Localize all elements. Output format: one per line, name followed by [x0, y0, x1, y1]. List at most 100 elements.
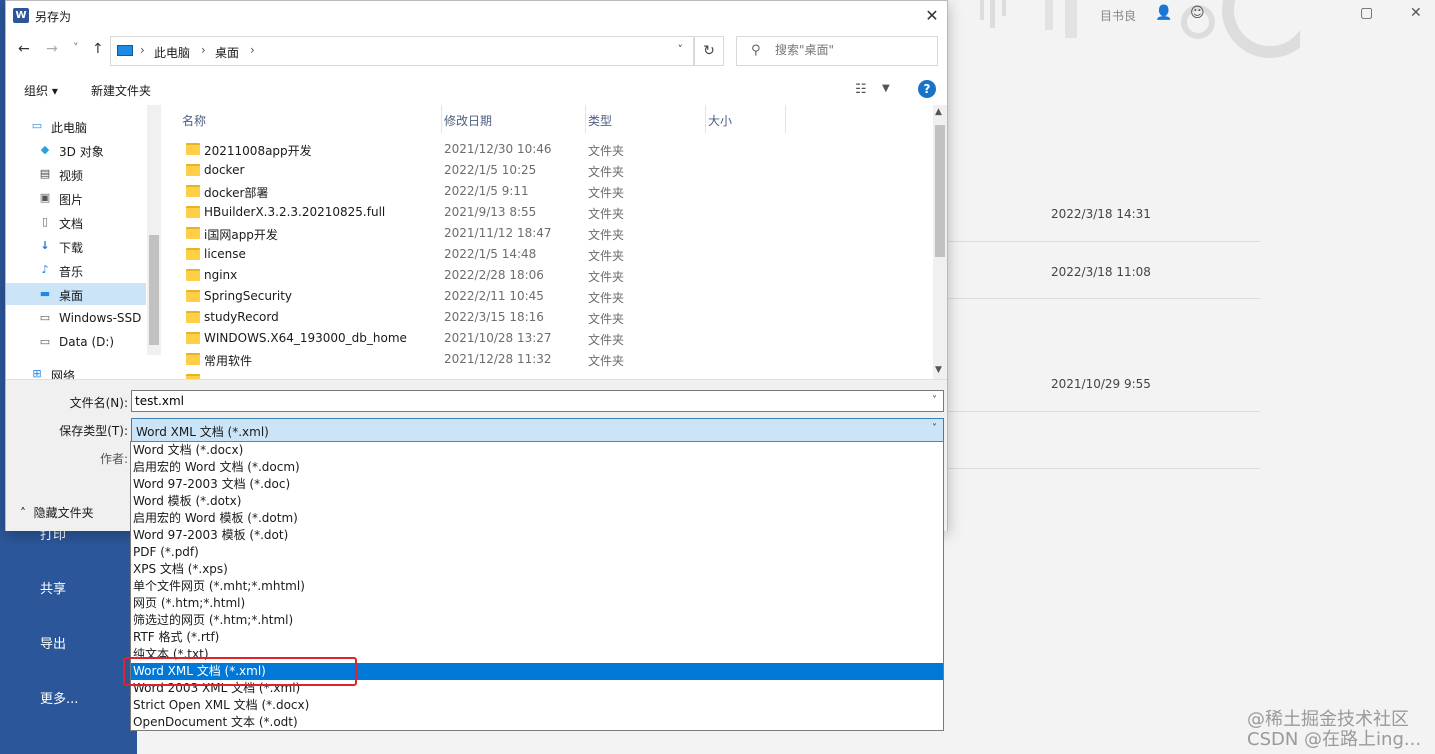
table-row[interactable]: 20211008app开发 2021/12/30 10:46 文件夹 [162, 139, 932, 160]
table-row[interactable]: 常用软件 2021/12/28 11:32 文件夹 [162, 349, 932, 370]
table-row[interactable]: nginx 2022/2/28 18:06 文件夹 [162, 265, 932, 286]
scroll-up-icon[interactable]: ▲ [935, 107, 942, 117]
sidebar-item-this-pc[interactable]: ▭ 此电脑 [6, 115, 146, 137]
sidebar-item-network[interactable]: ⊞ 网络 [6, 363, 146, 379]
filename-input[interactable] [135, 394, 915, 408]
filetype-select[interactable]: Word XML 文档 (*.xml) ˅ [131, 418, 944, 442]
sidebar-item-desktop[interactable]: ▬ 桌面 [6, 283, 146, 305]
filetype-option-pdf[interactable]: PDF (*.pdf) [131, 544, 943, 561]
folder-icon [186, 185, 200, 197]
address-bar[interactable]: › 此电脑 › 桌面 › ˅ [110, 36, 694, 66]
forward-arrow-icon[interactable]: → [46, 41, 58, 57]
column-header-date[interactable]: 修改日期 [444, 105, 586, 133]
filetype-option-html[interactable]: 网页 (*.htm;*.html) [131, 595, 943, 612]
backstage-nav-share[interactable]: 共享 [40, 578, 66, 597]
recent-locations-icon[interactable]: ˅ [73, 41, 79, 54]
filetype-option-docx[interactable]: Word 文档 (*.docx) [131, 442, 943, 459]
chevron-right-icon[interactable]: › [140, 43, 145, 57]
music-icon: ♪ [41, 263, 49, 276]
sidebar-item-windows-ssd[interactable]: ▭ Windows-SSD [6, 307, 146, 329]
new-folder-button[interactable]: 新建文件夹 [91, 82, 151, 99]
filetype-option-mht[interactable]: 单个文件网页 (*.mht;*.mhtml) [131, 578, 943, 595]
folder-icon [186, 164, 200, 176]
filename-field[interactable]: ˅ [131, 390, 944, 412]
chevron-down-icon[interactable]: ˅ [932, 395, 937, 406]
sidebar-item-downloads[interactable]: ↓ 下载 [6, 235, 146, 257]
sidebar-item-videos[interactable]: ▤ 视频 [6, 163, 146, 185]
table-row[interactable]: HBuilderX.3.2.3.20210825.full 2021/9/13 8… [162, 202, 932, 223]
filetype-option-rtf[interactable]: RTF 格式 (*.rtf) [131, 629, 943, 646]
user-avatar-icon[interactable]: 👤 [1155, 5, 1172, 21]
search-input[interactable] [775, 43, 925, 57]
filetype-option-dotx[interactable]: Word 模板 (*.dotx) [131, 493, 943, 510]
file-type: 文件夹 [588, 312, 625, 326]
breadcrumb-this-pc[interactable]: 此电脑 [154, 44, 190, 61]
column-header-size[interactable]: 大小 [708, 105, 786, 133]
filetype-option-xps[interactable]: XPS 文档 (*.xps) [131, 561, 943, 578]
filetype-option-doc[interactable]: Word 97-2003 文档 (*.doc) [131, 476, 943, 493]
filetype-selected-value: Word XML 文档 (*.xml) [136, 425, 269, 439]
watermark: @稀土掘金技术社区 CSDN @在路上ing... [1247, 710, 1421, 750]
table-row[interactable]: docker部署 2022/1/5 9:11 文件夹 [162, 181, 932, 202]
filetype-option-strict-docx[interactable]: Strict Open XML 文档 (*.docx) [131, 697, 943, 714]
file-list-scrollbar[interactable]: ▲ ▼ [933, 105, 947, 379]
file-list: 名称 修改日期 类型 大小 ˄ 20211008app开发 2021/12/30 … [162, 105, 947, 379]
sidebar-item-documents[interactable]: ▯ 文档 [6, 211, 146, 233]
navigation-scrollbar[interactable] [147, 105, 161, 355]
organize-menu[interactable]: 组织 ▾ [24, 82, 58, 99]
hide-folders-button[interactable]: ˄ 隐藏文件夹 [20, 504, 94, 521]
sidebar-item-3d-objects[interactable]: ◆ 3D 对象 [6, 139, 146, 161]
column-header-type[interactable]: 类型 [588, 105, 706, 133]
file-date: 2022/1/5 14:48 [444, 247, 537, 261]
folder-icon [186, 248, 200, 260]
close-button[interactable]: ✕ [917, 1, 947, 31]
filetype-option-docm[interactable]: 启用宏的 Word 文档 (*.docm) [131, 459, 943, 476]
dialog-titlebar[interactable]: W 另存为 ✕ [6, 1, 947, 31]
filename-label: 文件名(N): [69, 396, 128, 410]
table-row[interactable]: SpringSecurity 2022/2/11 10:45 文件夹 [162, 286, 932, 307]
table-row[interactable]: docker 2022/1/5 10:25 文件夹 [162, 160, 932, 181]
scrollbar-thumb[interactable] [935, 125, 945, 257]
table-row[interactable] [162, 370, 932, 379]
search-icon: ⚲ [751, 43, 761, 58]
backstage-nav-export[interactable]: 导出 [40, 633, 66, 652]
help-icon[interactable]: ? [918, 80, 936, 98]
view-options-icon[interactable]: ☷ [855, 82, 867, 97]
file-type: 文件夹 [588, 165, 625, 179]
sidebar-item-data-drive[interactable]: ▭ Data (D:) [6, 331, 146, 353]
search-box[interactable]: ⚲ [736, 36, 938, 66]
sidebar-item-pictures[interactable]: ▣ 图片 [6, 187, 146, 209]
backstage-nav-more[interactable]: 更多... [40, 688, 78, 707]
refresh-button[interactable]: ↻ [694, 36, 724, 66]
back-arrow-icon[interactable]: ← [18, 41, 30, 57]
chevron-down-icon[interactable]: ▼ [882, 83, 890, 94]
smiley-icon[interactable]: ☺ [1190, 5, 1205, 21]
scroll-down-icon[interactable]: ▼ [935, 365, 942, 375]
scrollbar-thumb[interactable] [149, 235, 159, 345]
file-name: 20211008app开发 [204, 144, 312, 158]
table-row[interactable]: studyRecord 2022/3/15 18:16 文件夹 [162, 307, 932, 328]
chevron-right-icon[interactable]: › [201, 43, 206, 57]
chevron-down-icon[interactable]: ˅ [932, 423, 937, 434]
table-row[interactable]: license 2022/1/5 14:48 文件夹 [162, 244, 932, 265]
network-icon: ⊞ [32, 367, 42, 379]
picture-icon: ▣ [39, 191, 51, 204]
chevron-right-icon[interactable]: › [250, 43, 255, 57]
table-row[interactable]: WINDOWS.X64_193000_db_home 2021/10/28 13:… [162, 328, 932, 349]
breadcrumb-desktop[interactable]: 桌面 [215, 44, 239, 61]
table-row[interactable]: i国网app开发 2021/11/12 18:47 文件夹 [162, 223, 932, 244]
file-type: 文件夹 [588, 333, 625, 347]
file-date: 2022/3/15 18:16 [444, 310, 544, 324]
close-window-icon[interactable]: ✕ [1410, 5, 1422, 21]
up-arrow-icon[interactable]: ↑ [92, 41, 104, 57]
restore-window-icon[interactable]: ▢ [1360, 5, 1373, 21]
chevron-down-icon[interactable]: ˅ [678, 43, 684, 56]
filetype-option-dotm[interactable]: 启用宏的 Word 模板 (*.dotm) [131, 510, 943, 527]
recent-date: 2022/3/18 11:08 [1051, 265, 1151, 279]
filetype-option-dot[interactable]: Word 97-2003 模板 (*.dot) [131, 527, 943, 544]
sidebar-item-music[interactable]: ♪ 音乐 [6, 259, 146, 281]
file-date: 2022/1/5 9:11 [444, 184, 529, 198]
filetype-option-filtered-html[interactable]: 筛选过的网页 (*.htm;*.html) [131, 612, 943, 629]
filetype-option-odt[interactable]: OpenDocument 文本 (*.odt) [131, 714, 943, 731]
recent-date: 2022/3/18 14:31 [1051, 207, 1151, 221]
